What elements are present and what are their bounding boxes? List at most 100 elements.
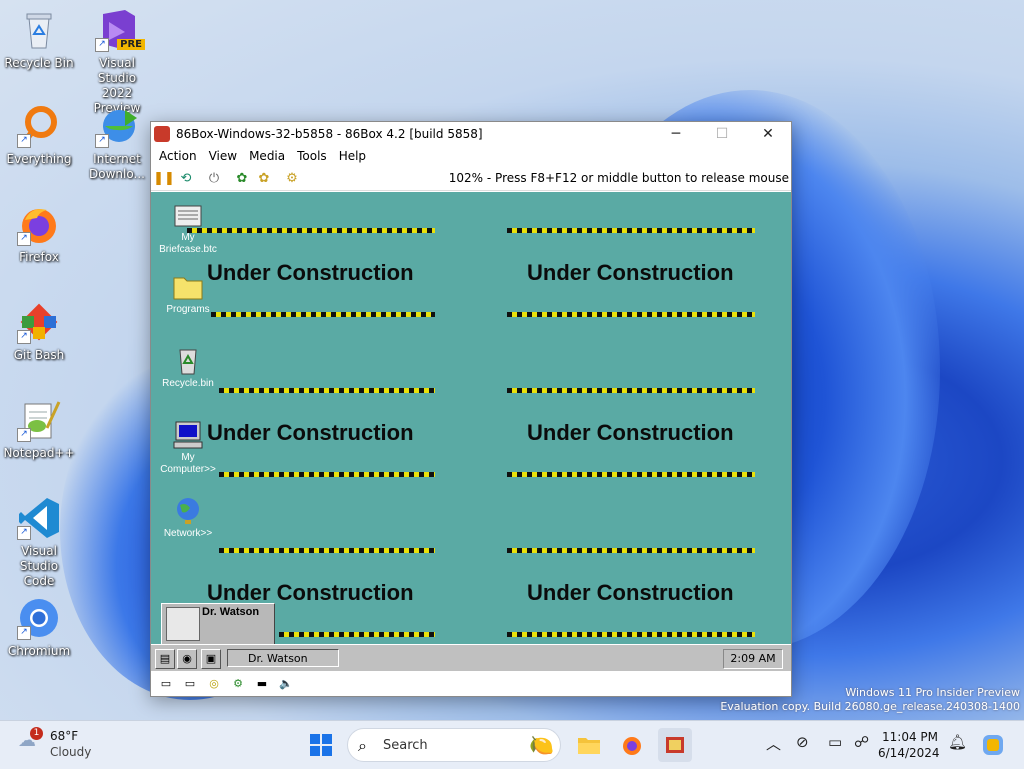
under-construction-banner: Under Construction: [527, 260, 734, 285]
firefox-icon: ↗: [17, 202, 61, 246]
computer-icon: [172, 420, 204, 450]
clock-date: 6/14/2024: [878, 746, 940, 760]
network-status-icon[interactable]: ⊘: [796, 733, 809, 751]
copilot-button[interactable]: [976, 728, 1010, 762]
menu-media[interactable]: Media: [243, 149, 291, 163]
minimize-button[interactable]: ─: [653, 122, 699, 146]
git-bash-icon: ↗: [17, 300, 61, 344]
vm-icon-recycle-bin[interactable]: Recycle.bin: [156, 346, 220, 390]
shortcut-arrow-icon: ↗: [17, 134, 31, 148]
menu-tools[interactable]: Tools: [291, 149, 333, 163]
shortcut-arrow-icon: ↗: [17, 526, 31, 540]
notification-bell-icon[interactable]: 🔔︎: [948, 733, 967, 751]
menu-action[interactable]: Action: [153, 149, 203, 163]
reset-icon[interactable]: ⟲: [177, 169, 195, 187]
under-construction-banner: Under Construction: [207, 420, 414, 445]
cdrom-icon[interactable]: ◎: [205, 676, 223, 692]
firefox-icon: [623, 737, 641, 755]
window-title: 86Box-Windows-32-b5858 - 86Box 4.2 [buil…: [176, 127, 483, 141]
accessibility-icon[interactable]: ☍: [854, 733, 869, 751]
sound-icon[interactable]: 🔈: [277, 676, 295, 692]
power-icon[interactable]: ⏻: [205, 169, 223, 187]
desktop-icon-label: Chromium: [7, 644, 71, 658]
window-titlebar[interactable]: 86Box-Windows-32-b5858 - 86Box 4.2 [buil…: [151, 122, 791, 146]
folder-icon: [578, 738, 600, 754]
clock-time: 11:04 PM: [882, 730, 938, 744]
ctrl-alt-del-icon[interactable]: ✿: [233, 169, 251, 187]
menu-help[interactable]: Help: [333, 149, 372, 163]
folder-icon: [172, 272, 204, 302]
internet-download-manager-icon: ↗: [95, 104, 139, 148]
taskbar-search[interactable]: ⌕ Search 🍋: [347, 728, 561, 762]
caution-stripe: [507, 228, 755, 233]
settings-icon[interactable]: ⚙: [283, 169, 301, 187]
shortcut-arrow-icon: ↗: [95, 38, 109, 52]
vm-task-dr-watson[interactable]: Dr. Watson: [227, 649, 339, 667]
vm-icon-label: Recycle.bin: [162, 378, 214, 389]
display-icon[interactable]: ▭: [828, 733, 842, 751]
vm-taskbar: ▤ ◉ ▣ Dr. Watson 2:09 AM: [151, 644, 791, 671]
dr-watson-icon: [166, 607, 200, 641]
desktop-icon-label: Git Bash: [13, 348, 65, 362]
emulator-status-bar: ▭ ▭ ◎ ⚙ ▬ 🔈: [151, 672, 791, 696]
windows-watermark: Windows 11 Pro Insider Preview Evaluatio…: [720, 686, 1020, 714]
desktop-icon-firefox[interactable]: ↗ Firefox: [3, 202, 75, 265]
shortcut-arrow-icon: ↗: [17, 330, 31, 344]
ctrl-alt-esc-icon[interactable]: ✿: [255, 169, 273, 187]
desktop-icon-notepad-plus-plus[interactable]: ↗ Notepad++: [3, 398, 75, 461]
close-button[interactable]: ✕: [745, 122, 791, 146]
desktop-icon-git-bash[interactable]: ↗ Git Bash: [3, 300, 75, 363]
everything-search-icon: ↗: [17, 104, 61, 148]
hard-disk-icon[interactable]: ▬: [253, 676, 271, 692]
desktop-icon-internet-download-manager[interactable]: ↗ Internet Downlo...: [81, 104, 153, 182]
network-activity-icon[interactable]: ⚙: [229, 676, 247, 692]
emulator-window: 86Box-Windows-32-b5858 - 86Box 4.2 [buil…: [150, 121, 792, 697]
86box-taskbar-button[interactable]: [658, 728, 692, 762]
desktop-icon-everything[interactable]: ↗ Everything: [3, 104, 75, 167]
briefcase-icon: [172, 200, 204, 230]
quick-launch-app-icon[interactable]: ▣: [201, 649, 221, 669]
search-icon: ⌕: [358, 736, 367, 755]
86box-app-icon: [154, 126, 170, 142]
desktop-icon-chromium[interactable]: ↗ Chromium: [3, 596, 75, 659]
copilot-preview-icon: [983, 735, 1003, 755]
vm-icon-my-computer[interactable]: My Computer>>: [156, 420, 220, 476]
shortcut-arrow-icon: ↗: [17, 232, 31, 246]
maximize-button[interactable]: ☐: [699, 122, 745, 146]
vm-icon-briefcase[interactable]: My Briefcase.btc: [156, 200, 220, 256]
windows-taskbar: ☁ 1 68°F Cloudy ⌕ Search 🍋 ︿ ⊘ ▭ ☍ 11:04…: [0, 720, 1024, 769]
caution-stripe: [507, 548, 755, 553]
desktop-icon-visual-studio-preview[interactable]: PRE ↗ Visual Studio 2022 Preview: [81, 8, 153, 116]
vm-icon-network[interactable]: Network>>: [156, 496, 220, 540]
caution-stripe: [211, 312, 435, 317]
shortcut-arrow-icon: ↗: [17, 626, 31, 640]
caution-stripe: [219, 388, 435, 393]
desktop-icon-recycle-bin[interactable]: Recycle Bin: [3, 8, 75, 71]
firefox-taskbar-button[interactable]: [615, 728, 649, 762]
menu-view[interactable]: View: [203, 149, 243, 163]
start-button[interactable]: [304, 728, 338, 762]
floppy-drive-2-icon[interactable]: ▭: [181, 676, 199, 692]
desktop-icon-vscode[interactable]: ↗ Visual Studio Code: [3, 496, 75, 589]
floppy-drive-icon[interactable]: ▭: [157, 676, 175, 692]
desktop-icon-label: Visual Studio Code: [19, 544, 59, 588]
vm-clock: 2:09 AM: [723, 649, 783, 669]
show-hidden-icons-chevron-icon[interactable]: ︿: [766, 733, 781, 754]
desktop-icon-label: Notepad++: [3, 446, 75, 460]
desktop-icon-label: Internet Downlo...: [89, 152, 145, 181]
pause-icon[interactable]: ❚❚: [153, 169, 175, 187]
taskbar-clock[interactable]: 11:04 PM 6/14/2024: [878, 729, 940, 761]
quick-launch-icon[interactable]: ▤: [155, 649, 175, 669]
caution-stripe: [219, 472, 435, 477]
notepad-plus-plus-icon: ↗: [17, 398, 61, 442]
desktop-icon-label: Recycle Bin: [4, 56, 74, 70]
quick-launch-eye-icon[interactable]: ◉: [177, 649, 197, 669]
weather-widget[interactable]: ☁ 1 68°F Cloudy: [18, 727, 108, 763]
file-explorer-button[interactable]: [572, 728, 606, 762]
caution-stripe: [219, 548, 435, 553]
emulator-toolbar: ❚❚ ⟲ ⏻ ✿ ✿ ⚙ 102% - Press F8+F12 or midd…: [151, 166, 791, 191]
vm-icon-programs[interactable]: Programs: [156, 272, 220, 316]
dr-watson-popup[interactable]: Dr. Watson: [161, 603, 275, 644]
under-construction-banner: Under Construction: [207, 260, 414, 285]
vm-display[interactable]: Under Construction Under Construction Un…: [151, 192, 791, 644]
